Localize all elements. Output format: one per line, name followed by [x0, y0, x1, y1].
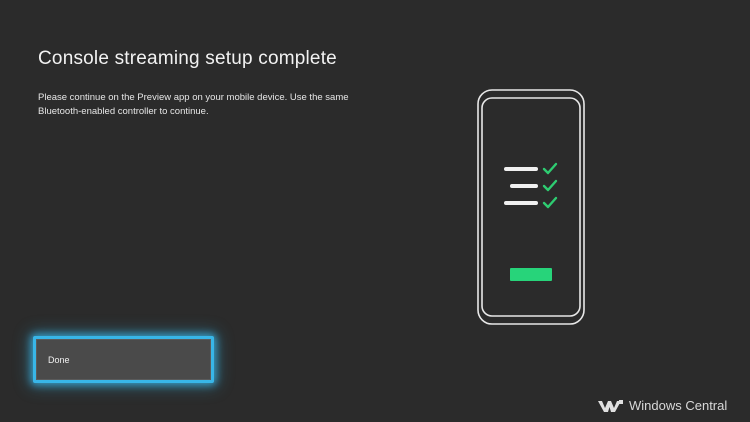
phone-icon	[477, 89, 585, 325]
done-button[interactable]: Done	[36, 339, 211, 380]
check-icon	[542, 196, 558, 209]
phone-illustration	[476, 88, 588, 333]
check-icon	[542, 162, 558, 175]
phone-button-icon	[510, 268, 552, 281]
done-button-focus-ring[interactable]: Done	[33, 336, 214, 383]
watermark: Windows Central	[598, 398, 727, 413]
check-icon	[542, 179, 558, 192]
watermark-text: Windows Central	[629, 398, 728, 413]
setup-title: Console streaming setup complete	[38, 48, 337, 69]
windows-central-logo-icon	[598, 399, 623, 412]
setup-description: Please continue on the Preview app on yo…	[38, 92, 349, 117]
